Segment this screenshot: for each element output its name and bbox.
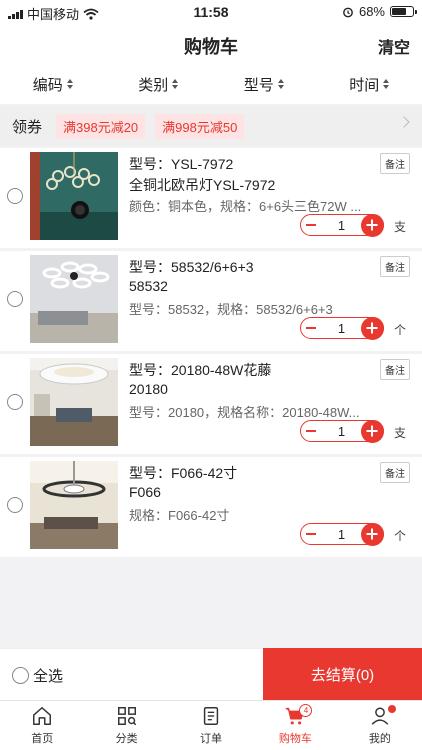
tab-category[interactable]: 分类 (84, 701, 168, 750)
cart-item: 型号：YSL-7972 全铜北欧吊灯YSL-7972 颜色：铜本色，规格：6+6… (0, 148, 422, 248)
item-model: 型号：F066-42寸 (129, 465, 238, 481)
increase-button[interactable] (360, 522, 384, 546)
quantity-stepper: 1 (300, 419, 384, 443)
item-unit: 支 (393, 220, 406, 234)
item-spec: 颜色：铜本色，规格：6+6头三色72W ... (129, 199, 362, 214)
cart-count-badge: 4 (299, 704, 313, 717)
tab-home[interactable]: 首页 (0, 701, 84, 750)
cart-list: 型号：YSL-7972 全铜北欧吊灯YSL-7972 颜色：铜本色，规格：6+6… (0, 148, 422, 560)
sort-arrows-icon (66, 79, 73, 89)
quantity-stepper: 1 (300, 522, 384, 546)
select-all-label: 全选 (33, 668, 64, 685)
item-model: 型号：20180-48W花藤 (129, 362, 272, 378)
increase-button[interactable] (360, 419, 384, 443)
product-image[interactable] (30, 255, 118, 343)
decrease-button[interactable] (300, 420, 322, 442)
notification-dot (387, 705, 396, 713)
sort-label: 编码 (32, 76, 63, 94)
alarm-icon (343, 7, 353, 17)
cart-item: 型号：20180-48W花藤 20180 型号：20180，规格名称：20180… (0, 354, 422, 454)
coupon-tag[interactable]: 满998元减50 (155, 113, 245, 139)
sort-model[interactable]: 型号 (211, 64, 317, 104)
item-name: 全铜北欧吊灯YSL-7972 (129, 177, 276, 193)
note-button[interactable]: 备注 (380, 256, 410, 277)
nav-bar: 购物车 清空 (0, 24, 422, 64)
item-unit: 个 (393, 323, 406, 337)
coupon-label: 领券 (12, 118, 43, 136)
select-all[interactable]: 全选 (12, 665, 63, 686)
status-bar: 中国移动 11:58 68% (0, 0, 422, 24)
item-select-radio[interactable] (7, 291, 23, 307)
sort-label: 时间 (349, 76, 380, 94)
category-icon (117, 707, 136, 726)
item-name: 58532 (129, 278, 168, 294)
quantity-value[interactable]: 1 (338, 321, 345, 336)
sort-arrows-icon (383, 79, 390, 89)
item-name: 20180 (129, 381, 168, 397)
decrease-button[interactable] (300, 317, 322, 339)
sort-arrows-icon (172, 79, 179, 89)
tab-label: 首页 (31, 733, 54, 745)
sort-arrows-icon (277, 79, 284, 89)
item-select-radio[interactable] (7, 394, 23, 410)
select-all-radio[interactable] (12, 667, 29, 684)
item-unit: 个 (393, 529, 406, 543)
item-name: F066 (129, 484, 161, 500)
item-select-radio[interactable] (7, 497, 23, 513)
quantity-stepper: 1 (300, 316, 384, 340)
sort-category[interactable]: 类别 (106, 64, 212, 104)
sort-bar: 编码 类别 型号 时间 (0, 64, 422, 104)
decrease-button[interactable] (300, 523, 322, 545)
product-image[interactable] (30, 461, 118, 549)
coupon-bar[interactable]: 领券 满398元减20 满998元减50 (0, 106, 422, 146)
sort-time[interactable]: 时间 (317, 64, 422, 104)
tab-label: 分类 (115, 733, 138, 745)
tab-label: 我的 (368, 733, 391, 745)
item-model: 型号：58532/6+6+3 (129, 259, 254, 275)
clear-button[interactable]: 清空 (378, 34, 410, 58)
quantity-value[interactable]: 1 (338, 218, 345, 233)
page-title: 购物车 (184, 37, 238, 57)
tab-profile[interactable]: 我的 (338, 701, 422, 750)
checkout-bar: 全选 去结算(0) (0, 648, 422, 701)
note-button[interactable]: 备注 (380, 359, 410, 380)
item-spec: 型号：58532，规格：58532/6+6+3 (129, 302, 333, 317)
order-icon (203, 707, 219, 725)
product-image[interactable] (30, 358, 118, 446)
quantity-value[interactable]: 1 (338, 527, 345, 542)
decrease-button[interactable] (300, 214, 322, 236)
sort-label: 型号 (243, 76, 274, 94)
note-button[interactable]: 备注 (380, 462, 410, 483)
home-icon (33, 707, 52, 725)
tab-orders[interactable]: 订单 (169, 701, 253, 750)
tab-label: 购物车 (278, 733, 312, 745)
item-spec: 型号：20180，规格名称：20180-48W... (129, 405, 360, 420)
item-model: 型号：YSL-7972 (129, 156, 234, 172)
checkout-button[interactable]: 去结算(0) (263, 648, 422, 701)
chevron-right-icon[interactable] (398, 116, 410, 128)
cart-item: 型号：F066-42寸 F066 规格：F066-42寸 备注 1 个 (0, 457, 422, 557)
battery-icon (390, 6, 417, 17)
product-image[interactable] (30, 152, 118, 240)
tab-cart[interactable]: 4 购物车 (253, 701, 337, 750)
increase-button[interactable] (360, 316, 384, 340)
quantity-stepper: 1 (300, 213, 384, 237)
tab-label: 订单 (200, 733, 223, 745)
tab-bar: 首页 分类 订单 4 购物车 我的 (0, 700, 422, 750)
item-spec: 规格：F066-42寸 (129, 508, 230, 523)
sort-code[interactable]: 编码 (0, 64, 106, 104)
item-unit: 支 (393, 426, 406, 440)
status-right: 68% (342, 4, 417, 19)
coupon-tag[interactable]: 满398元减20 (56, 113, 146, 139)
sort-label: 类别 (138, 76, 169, 94)
item-select-radio[interactable] (7, 188, 23, 204)
quantity-value[interactable]: 1 (338, 424, 345, 439)
battery-percent: 68% (358, 4, 385, 19)
cart-item: 型号：58532/6+6+3 58532 型号：58532，规格：58532/6… (0, 251, 422, 351)
increase-button[interactable] (360, 213, 384, 237)
note-button[interactable]: 备注 (380, 153, 410, 174)
